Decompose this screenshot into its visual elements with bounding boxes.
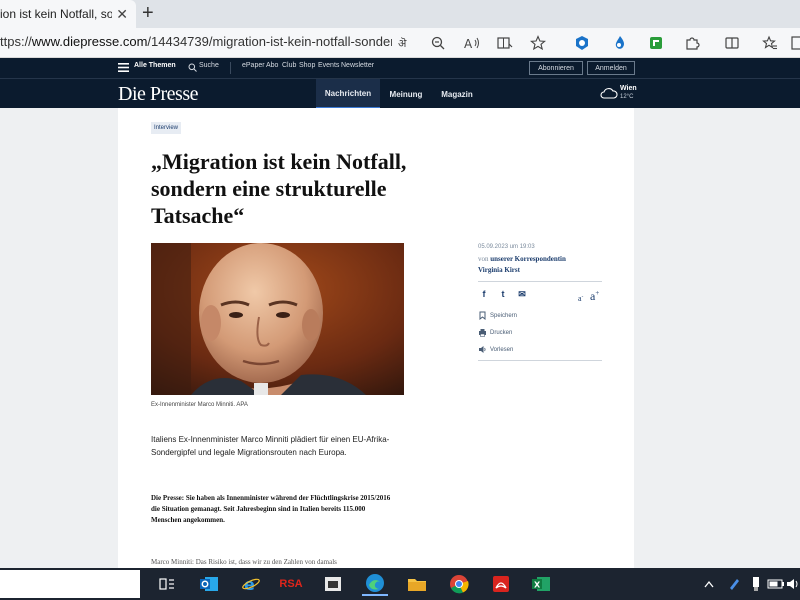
- extension-drop-icon[interactable]: [610, 33, 630, 53]
- read-aloud-icon[interactable]: A: [462, 33, 482, 53]
- section-tab-magazin[interactable]: Magazin: [434, 79, 480, 109]
- site-top-nav: Alle Themen Suche ePaper Abo Club Shop E…: [0, 58, 800, 78]
- share-twitter-icon[interactable]: t: [497, 288, 509, 300]
- excel-icon[interactable]: X: [528, 572, 554, 596]
- meta-divider: [478, 281, 602, 282]
- search-icon[interactable]: [188, 63, 197, 72]
- author-name[interactable]: Virginia Kirst: [478, 266, 520, 274]
- weather-cloud-icon: [600, 88, 618, 99]
- section-tab-meinung[interactable]: Meinung: [383, 79, 429, 109]
- url-host: www.diepresse.com: [31, 34, 148, 49]
- chevron-up-icon[interactable]: [702, 572, 716, 596]
- search-link[interactable]: Suche: [199, 62, 219, 69]
- save-button[interactable]: Speichern: [478, 311, 517, 320]
- section-tab-nachrichten[interactable]: Nachrichten: [316, 79, 380, 109]
- article-lead: Italiens Ex-Innenminister Marco Minniti …: [151, 435, 390, 457]
- collections-icon[interactable]: [790, 33, 800, 53]
- font-size-decrease[interactable]: a-: [578, 294, 583, 303]
- url-path: /14434739/migration-ist-kein-notfall-son…: [147, 34, 392, 49]
- battery-icon[interactable]: [766, 572, 786, 596]
- weather-city: Wien: [620, 85, 637, 92]
- nav-divider: [230, 62, 231, 74]
- author-role[interactable]: unserer Korrespondentin: [490, 255, 566, 263]
- extension-green-icon[interactable]: [646, 33, 666, 53]
- browser-tab-bar: ion ist kein Notfall, sonde ✕ +: [0, 0, 800, 28]
- rsa-icon[interactable]: RSA: [278, 572, 304, 596]
- site-logo[interactable]: Die Presse: [118, 83, 198, 106]
- url-prefix: ttps://: [0, 34, 32, 49]
- read-aloud-button[interactable]: Vorlesen: [478, 345, 513, 354]
- extensions-puzzle-icon[interactable]: [682, 33, 702, 53]
- zoom-out-icon[interactable]: [428, 33, 448, 53]
- svg-text:A: A: [464, 37, 473, 50]
- favorite-star-icon[interactable]: [528, 33, 548, 53]
- app-window-icon[interactable]: [320, 572, 346, 596]
- share-mail-icon[interactable]: ✉: [516, 288, 528, 300]
- task-view-icon[interactable]: [154, 572, 180, 596]
- taskbar-search-box[interactable]: [0, 570, 140, 598]
- immersive-reader-icon[interactable]: [495, 33, 515, 53]
- print-button[interactable]: Drucken: [478, 328, 512, 337]
- article-date: 05.09.2023 um 19:03: [478, 244, 535, 250]
- font-size-increase[interactable]: a+: [590, 289, 599, 304]
- interview-question: Die Presse: Sie haben als Innenminister …: [151, 494, 391, 524]
- pen-icon[interactable]: [724, 572, 744, 596]
- nav-link-newsletter[interactable]: Newsletter: [341, 62, 374, 69]
- nav-link-shop[interactable]: Shop: [299, 62, 315, 69]
- outlook-icon[interactable]: [196, 572, 222, 596]
- browser-tab[interactable]: ion ist kein Notfall, sonde ✕: [0, 0, 136, 28]
- address-bar: ttps://www.diepresse.com/14434739/migrat…: [0, 28, 800, 58]
- svg-text:X: X: [534, 581, 541, 590]
- usb-device-icon[interactable]: [746, 572, 766, 596]
- print-label: Drucken: [490, 329, 513, 336]
- url-field[interactable]: ttps://www.diepresse.com/14434739/migrat…: [0, 34, 392, 49]
- font-plus: +: [595, 289, 600, 297]
- nav-link-epaper[interactable]: ePaper: [242, 62, 265, 69]
- split-screen-icon[interactable]: [722, 33, 742, 53]
- meta-divider-bottom: [478, 360, 602, 361]
- volume-icon[interactable]: [786, 572, 800, 596]
- font-minus: -: [581, 294, 584, 300]
- windows-taskbar: e RSA X: [0, 568, 800, 600]
- login-button[interactable]: Anmelden: [587, 61, 635, 75]
- nav-link-events[interactable]: Events: [318, 62, 339, 69]
- printer-icon: [479, 329, 486, 337]
- speaker-icon: [479, 346, 486, 353]
- svg-text:ऄ: ऄ: [398, 37, 407, 50]
- category-badge[interactable]: Interview: [151, 122, 182, 134]
- edge-icon[interactable]: [362, 572, 388, 596]
- menu-icon[interactable]: [118, 63, 129, 72]
- article-author: von unserer Korrespondentin Virginia Kir…: [478, 254, 608, 276]
- weather-temp: 12°C: [620, 94, 634, 100]
- acrobat-icon[interactable]: [488, 572, 514, 596]
- read-aloud-label: Vorlesen: [490, 346, 514, 353]
- all-topics-link[interactable]: Alle Themen: [134, 62, 176, 69]
- interview-answer: Marco Minniti: Das Risiko ist, dass wir …: [151, 558, 337, 566]
- nav-link-club[interactable]: Club: [282, 62, 296, 69]
- chrome-icon[interactable]: [446, 572, 472, 596]
- extension-shield-icon[interactable]: [572, 33, 592, 53]
- save-label: Speichern: [490, 312, 518, 319]
- article-headline: „Migration ist kein Notfall, sondern ein…: [151, 149, 407, 228]
- subscribe-button[interactable]: Abonnieren: [529, 61, 583, 75]
- photo-caption: Ex-Innenminister Marco Minniti. APA: [151, 402, 248, 408]
- file-explorer-icon[interactable]: [404, 572, 430, 596]
- article-photo[interactable]: [151, 243, 404, 395]
- site-main-header: Die Presse Nachrichten Meinung Magazin W…: [0, 78, 800, 109]
- internet-explorer-icon[interactable]: e: [238, 572, 264, 596]
- author-prefix: von: [478, 255, 489, 263]
- translate-icon[interactable]: ऄ: [396, 33, 416, 53]
- new-tab-icon[interactable]: +: [142, 3, 154, 23]
- tab-close-icon[interactable]: ✕: [116, 6, 128, 22]
- tab-title: ion ist kein Notfall, sonde: [0, 7, 112, 21]
- share-facebook-icon[interactable]: f: [478, 288, 490, 300]
- favorites-icon[interactable]: [760, 33, 780, 53]
- nav-link-abo[interactable]: Abo: [266, 62, 278, 69]
- bookmark-icon: [479, 311, 486, 320]
